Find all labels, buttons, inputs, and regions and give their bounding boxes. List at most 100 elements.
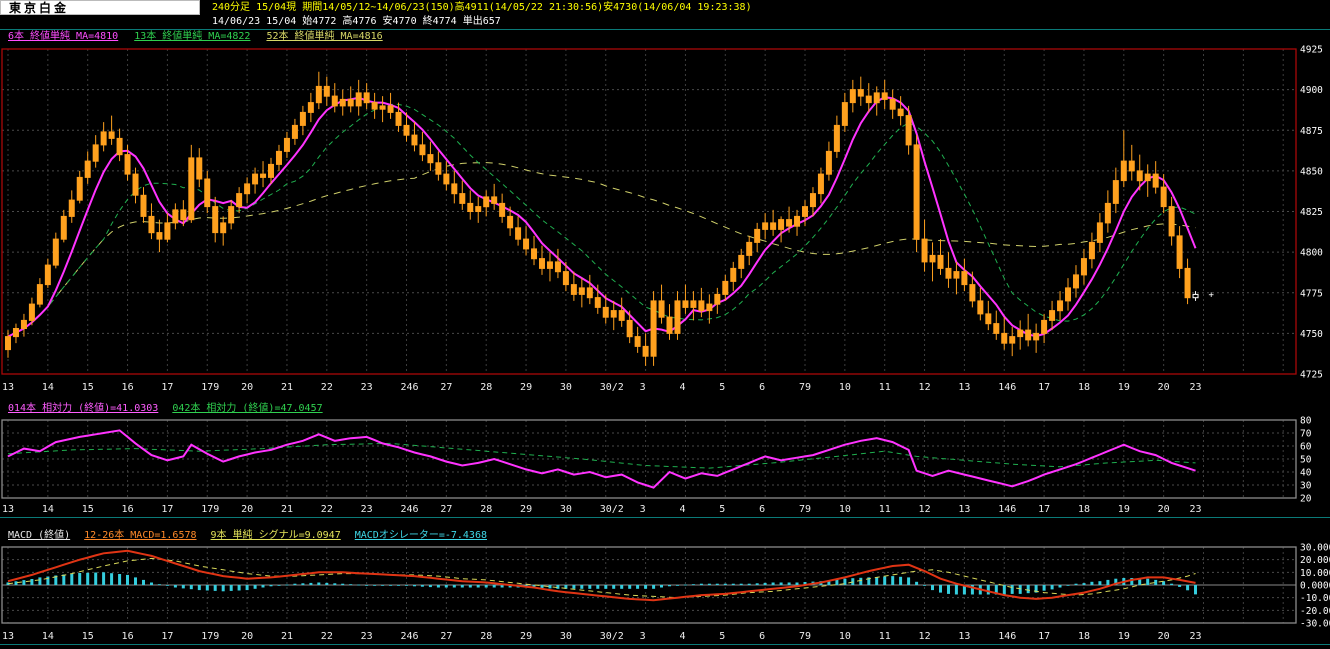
rsi-chart[interactable]: 80 70 60 50 40 30 20 <box>0 415 1330 503</box>
x-tick-label: 22 <box>320 504 333 515</box>
x-tick-label: 13 <box>958 631 971 642</box>
x-tick-label: 27 <box>440 631 453 642</box>
x-tick-label: 20 <box>1157 504 1170 515</box>
signal-line <box>7 557 1196 599</box>
y-tick-label: 40 <box>1300 468 1312 479</box>
y-tick-label: 4825 <box>1300 207 1323 218</box>
x-tick-label: 13 <box>2 631 15 642</box>
x-axis-labels-macd: 13 14 15 16 17 179 20 21 22 23 246 27 28 29 30 30/2 3 4 5 6… <box>0 630 1330 645</box>
x-tick-label: 17 <box>1038 382 1051 393</box>
y-tick-label: 4800 <box>1300 248 1323 259</box>
x-tick-label: 246 <box>400 631 419 642</box>
legend-item: 014本 相対力 (終値)=41.0303 <box>8 403 159 414</box>
x-tick-label: 11 <box>878 631 891 642</box>
x-tick-label: 30 <box>559 504 572 515</box>
legend-item: 12-26本 MACD=1.6578 <box>84 530 197 541</box>
x-tick-label: 11 <box>878 382 891 393</box>
x-tick-label: 79 <box>799 631 812 642</box>
x-tick-label: 12 <box>918 631 931 642</box>
x-tick-label: 146 <box>998 631 1017 642</box>
x-tick-label: 13 <box>958 382 971 393</box>
x-tick-label: 29 <box>520 504 533 515</box>
x-tick-label: 5 <box>719 631 726 642</box>
candles-group <box>5 71 1199 366</box>
x-tick-label: 30/2 <box>599 631 624 642</box>
x-tick-label: 179 <box>201 504 220 515</box>
x-tick-label: 20 <box>241 504 254 515</box>
grid <box>2 48 1296 375</box>
current-price-marker: + <box>1208 290 1214 300</box>
x-tick-label: 22 <box>320 631 333 642</box>
x-tick-label: 30/2 <box>599 504 624 515</box>
plot-border <box>1 48 1297 375</box>
y-tick-label: 80 <box>1300 416 1312 427</box>
x-tick-label: 23 <box>1189 382 1202 393</box>
x-axis-labels-rsi: 13 14 15 16 17 179 20 21 22 23 246 27 28 29 30 30/2 3 4 5 6… <box>0 503 1330 518</box>
x-tick-label: 12 <box>918 382 931 393</box>
y-tick-label: -30.0000 <box>1300 619 1330 630</box>
x-tick-label: 19 <box>1117 382 1130 393</box>
legend-item: 9本 単純 シグナル=9.0947 <box>210 530 341 541</box>
y-tick-label: 20.0000 <box>1300 555 1330 566</box>
x-tick-label: 14 <box>41 382 54 393</box>
x-tick-label: 23 <box>360 631 373 642</box>
x-tick-label: 10 <box>838 382 851 393</box>
x-tick-label: 28 <box>480 504 493 515</box>
y-tick-label: 4875 <box>1300 126 1323 137</box>
y-tick-label: 4725 <box>1300 370 1323 381</box>
x-tick-label: 23 <box>360 382 373 393</box>
x-tick-label: 28 <box>480 631 493 642</box>
period-info-text: 240分足 15/04現 期間14/05/12~14/06/23(150)高49… <box>212 2 752 13</box>
x-tick-label: 17 <box>1038 631 1051 642</box>
x-tick-label: 10 <box>838 631 851 642</box>
candlestick-chart[interactable]: 4925 4900 4875 4850 4825 4800 4775 4750 4725 + <box>0 43 1330 381</box>
y-tick-label: 4750 <box>1300 329 1323 340</box>
x-tick-label: 28 <box>480 382 493 393</box>
x-tick-label: 17 <box>1038 504 1051 515</box>
x-tick-label: 16 <box>121 382 134 393</box>
x-tick-label: 3 <box>639 631 646 642</box>
x-tick-label: 29 <box>520 631 533 642</box>
legend-item: 52本 終値単純 MA=4816 <box>266 31 383 42</box>
instrument-title: 東京白金 <box>0 0 200 15</box>
x-tick-label: 17 <box>161 382 174 393</box>
legend-item: MACD (終値) <box>8 530 71 541</box>
x-tick-label: 79 <box>799 504 812 515</box>
x-tick-label: 146 <box>998 504 1017 515</box>
x-tick-label: 13 <box>2 504 15 515</box>
y-tick-label: 4850 <box>1300 166 1323 177</box>
x-tick-label: 5 <box>719 504 726 515</box>
legend-item: 6本 終値単純 MA=4810 <box>8 31 119 42</box>
x-tick-label: 11 <box>878 504 891 515</box>
x-tick-label: 20 <box>1157 382 1170 393</box>
x-tick-label: 79 <box>799 382 812 393</box>
ma52-line <box>7 162 1196 338</box>
x-tick-label: 27 <box>440 504 453 515</box>
x-tick-label: 5 <box>719 382 726 393</box>
x-tick-label: 6 <box>759 631 766 642</box>
header-bar: 東京白金 240分足 15/04現 期間14/05/12~14/06/23(15… <box>0 0 1330 15</box>
macd-chart[interactable]: 30.000020.0000 10.0000 0.0000-10.0000 -20.0… <box>0 542 1330 630</box>
y-tick-label: 30.0000 <box>1300 543 1330 554</box>
x-tick-label: 6 <box>759 504 766 515</box>
x-tick-label: 30 <box>559 631 572 642</box>
x-tick-label: 18 <box>1077 631 1090 642</box>
x-tick-label: 3 <box>639 504 646 515</box>
x-tick-label: 14 <box>41 631 54 642</box>
macd-line <box>7 549 1196 602</box>
legend-item: 042本 相対力 (終値)=47.0457 <box>172 403 323 414</box>
y-tick-label: 4925 <box>1300 45 1323 56</box>
x-tick-label: 16 <box>121 504 134 515</box>
x-tick-label: 20 <box>241 631 254 642</box>
x-tick-label: 21 <box>280 631 293 642</box>
x-tick-label: 27 <box>440 382 453 393</box>
x-tick-label: 20 <box>241 382 254 393</box>
x-tick-label: 18 <box>1077 382 1090 393</box>
x-tick-label: 4 <box>679 504 686 515</box>
y-tick-label: -10.0000 <box>1300 593 1330 604</box>
macd-legend: MACD (終値) 12-26本 MACD=1.6578 9本 単純 シグナル=9.… <box>0 530 1330 542</box>
rsi-line-RSI42 <box>7 442 1196 469</box>
y-tick-label: 0.0000 <box>1300 581 1330 592</box>
x-tick-label: 22 <box>320 382 333 393</box>
x-tick-label: 21 <box>280 382 293 393</box>
